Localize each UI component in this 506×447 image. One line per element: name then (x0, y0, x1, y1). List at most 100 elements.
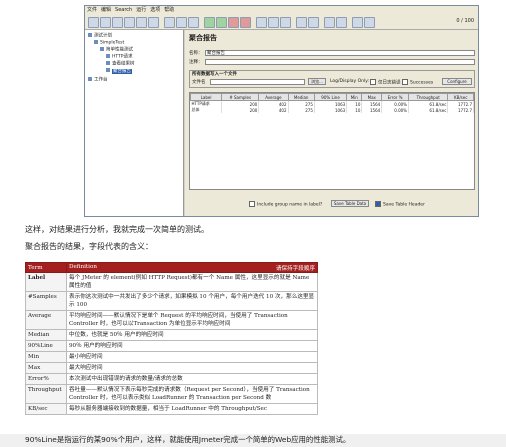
definition-cell: 吞吐量——默认情况下表示每秒完成的请求数（Request per Second）… (66, 384, 318, 404)
menu-search[interactable]: Search (113, 6, 134, 15)
toolbar: 0 / 100 (85, 15, 478, 30)
open-icon[interactable] (100, 17, 111, 28)
clear-all-icon[interactable] (308, 17, 319, 28)
copy-icon[interactable] (136, 17, 147, 28)
help-icon[interactable] (364, 17, 375, 28)
include-group-checkbox[interactable]: Include group name in label? (249, 201, 322, 208)
table-cell: 275 (288, 107, 315, 113)
cut-icon[interactable] (124, 17, 135, 28)
new-icon[interactable] (88, 17, 99, 28)
table-cell: 1063 (314, 107, 348, 113)
table-cell: 10 (346, 107, 363, 113)
remote-exit-icon[interactable] (280, 17, 291, 28)
toggle-icon[interactable] (188, 17, 199, 28)
tree-item-results-tree[interactable]: 查看结果树 (106, 61, 135, 68)
definition-cell: 90％ 用户的响应时间 (66, 340, 318, 352)
definition-cell: 每个 JMeter 的 element(例如 HTTP Request)都有一个… (66, 272, 318, 292)
table-cell: 总体 (190, 107, 223, 113)
menu-file[interactable]: 文件 (85, 6, 99, 15)
column-header[interactable]: KB/sec (447, 93, 474, 101)
column-header[interactable]: Throughput (407, 93, 449, 101)
definition-row: Label 每个 JMeter 的 element(例如 HTTP Request… (25, 272, 318, 292)
collapse-icon[interactable] (176, 17, 187, 28)
term-cell: Error% (25, 373, 67, 385)
tree-item-simpletest[interactable]: SimpleTest (94, 40, 124, 47)
reset-search-icon[interactable] (336, 17, 347, 28)
table-cell: 402 (258, 107, 289, 113)
file-section: 所有数据写入一个文件 文件名 浏览... Log/Display Only: 仅… (189, 70, 475, 88)
tree-item-http-request[interactable]: HTTP请求 (106, 54, 133, 61)
start-no-pause-icon[interactable] (216, 17, 227, 28)
menu-edit[interactable]: 编辑 (99, 6, 113, 15)
shutdown-icon[interactable] (240, 17, 251, 28)
table-cell: 61.8/sec (408, 107, 449, 113)
filename-label: 文件名 (192, 80, 206, 85)
stop-icon[interactable] (228, 17, 239, 28)
paste-icon[interactable] (148, 17, 159, 28)
save-header-checkbox[interactable]: Save Table Header (375, 201, 425, 208)
header-definition: Definition 请保持字段顺序 (66, 262, 318, 273)
column-header[interactable]: # Samples (221, 93, 260, 101)
term-cell: Label (25, 272, 67, 292)
column-header[interactable]: Error % (381, 93, 409, 101)
definition-row: Median 中位数，也就是 50％ 用户的响应时间 (25, 329, 318, 341)
successes-checkbox[interactable]: Successes (402, 79, 433, 86)
paragraph-analysis: 这样，对结果进行分析，我就完成一次简单的测试。 (25, 225, 209, 234)
filename-input[interactable] (210, 79, 305, 85)
start-icon[interactable] (204, 17, 215, 28)
thread-group-icon (94, 40, 98, 44)
tree-item-controller[interactable]: 简单性能测试 (100, 47, 133, 54)
bottom-bar: Include group name in label? Save Table … (189, 199, 475, 209)
paragraph-conclusion: 90%Line是指运行的某90%个用户，这样，就能使用Jmeter完成一个简单的… (25, 435, 351, 444)
table-row[interactable]: 总体 200 402 275 1063 10 1564 0.00% 61.8/sec 1772.7 (190, 107, 474, 113)
function-helper-icon[interactable] (352, 17, 363, 28)
column-header[interactable]: Min (346, 93, 363, 101)
test-tree: 测试计划 SimpleTest 简单性能测试 HTTP请求 查看结果树 聚合报告… (85, 30, 184, 216)
remote-start-icon[interactable] (256, 17, 267, 28)
name-input[interactable]: 聚合报告 (205, 50, 475, 56)
term-cell: KB/sec (25, 403, 67, 415)
menu-help[interactable]: 帮助 (162, 6, 176, 15)
column-header[interactable]: Median (287, 93, 315, 101)
comment-input[interactable] (205, 59, 475, 65)
header-note: 请保持字段顺序 (275, 265, 315, 272)
workbench-icon (88, 77, 92, 81)
menu-bar: 文件 编辑 Search 运行 选项 帮助 (85, 6, 478, 15)
tree-item-workbench[interactable]: 工作台 (88, 77, 108, 84)
remote-stop-icon[interactable] (268, 17, 279, 28)
definition-cell: 中位数，也就是 50％ 用户的响应时间 (66, 329, 318, 341)
errors-checkbox[interactable]: 仅日志错误 (370, 79, 401, 86)
name-label: 名称： (189, 51, 203, 56)
definition-row: #Samples 表示你这次测试中一共发出了多少个请求，如果模拟 10 个用户，每… (25, 291, 318, 311)
aggregate-report-panel: 聚合报告 名称： 聚合报告 注释： 所有数据写入一个文件 文件名 浏览... L… (185, 30, 478, 216)
checkbox-checked-icon (375, 201, 381, 207)
save-table-button[interactable]: Save Table Data (331, 200, 369, 207)
definition-table: Term Definition 请保持字段顺序 Label 每个 JMeter 的 … (25, 262, 318, 415)
configure-button[interactable]: Configure (442, 78, 472, 85)
term-cell: Average (25, 310, 67, 330)
table-cell: 1772.7 (447, 107, 474, 113)
log-only-label: Log/Display Only: (330, 79, 370, 84)
definition-cell: 最大响应时间 (66, 362, 318, 374)
column-header[interactable]: 90% Line (313, 93, 348, 101)
definition-row: KB/sec 每秒从服务器端接收到的数据量，相当于 LoadRunner 中的 T… (25, 403, 318, 415)
column-header[interactable]: Max (361, 93, 383, 101)
tree-item-test-plan[interactable]: 测试计划 (88, 33, 112, 40)
clear-icon[interactable] (296, 17, 307, 28)
tree-item-aggregate-report[interactable]: 聚合报告 (106, 68, 132, 75)
definition-row: Average 平均响应时间——默认情况下是单个 Request 的平均响应时间，… (25, 310, 318, 330)
search-icon[interactable] (324, 17, 335, 28)
expand-icon[interactable] (164, 17, 175, 28)
column-header[interactable]: Label (189, 93, 223, 101)
definition-cell: 每秒从服务器端接收到的数据量，相当于 LoadRunner 中的 Through… (66, 403, 318, 415)
save-icon[interactable] (112, 17, 123, 28)
definition-row: Max 最大响应时间 (25, 362, 318, 374)
definition-cell: 表示你这次测试中一共发出了多少个请求，如果模拟 10 个用户，每个用户迭代 10… (66, 291, 318, 311)
column-header[interactable]: Average (258, 93, 289, 101)
table-cell: 0.00% (381, 107, 409, 113)
browse-button[interactable]: 浏览... (308, 78, 326, 85)
listener-icon (106, 68, 110, 72)
menu-options[interactable]: 选项 (148, 6, 162, 15)
term-cell: Throughput (25, 384, 67, 404)
menu-run[interactable]: 运行 (134, 6, 148, 15)
